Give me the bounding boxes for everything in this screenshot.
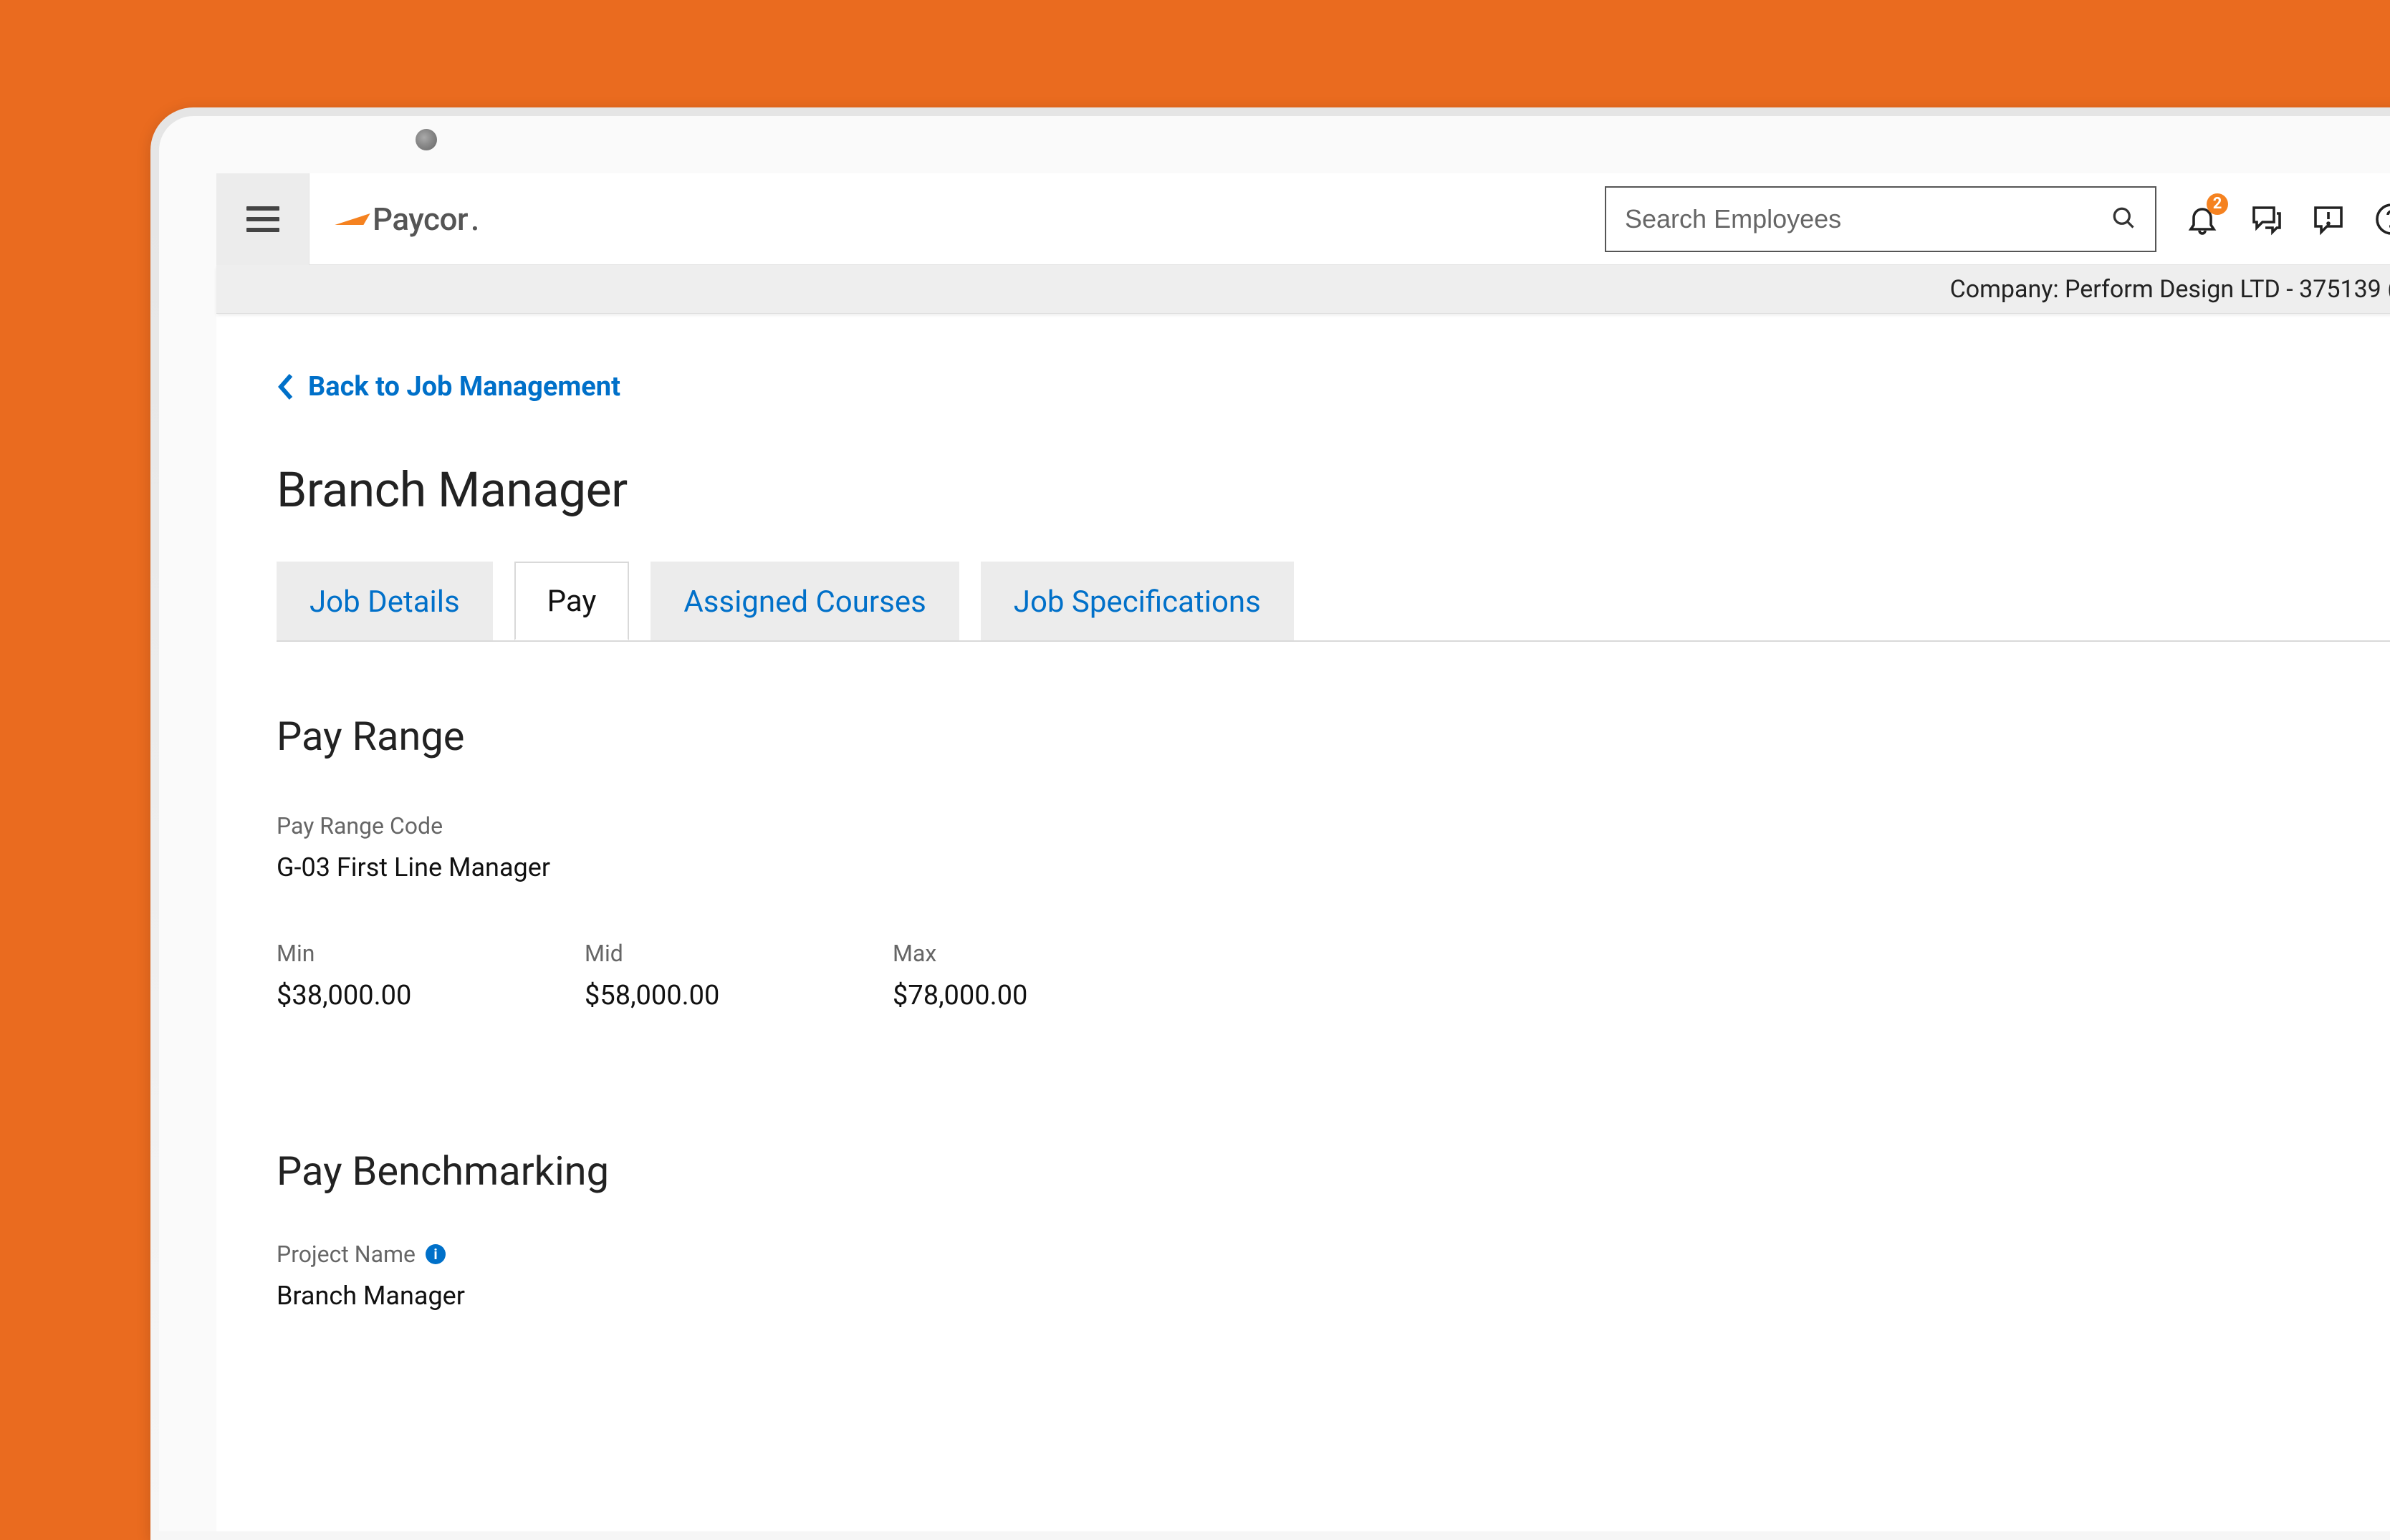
pay-max-label: Max — [893, 940, 1201, 967]
help-icon — [2374, 202, 2390, 236]
chevron-left-icon — [277, 372, 294, 401]
pay-benchmarking-section: Pay Benchmarking Project Name i Branch M… — [277, 1147, 2390, 1311]
pay-min-label: Min — [277, 940, 585, 967]
notifications-button[interactable]: 2 — [2181, 198, 2224, 241]
chat-icon — [2248, 202, 2283, 236]
tab-assigned-courses[interactable]: Assigned Courses — [651, 562, 959, 640]
logo-text: Paycor — [373, 201, 468, 238]
pay-range-code-label: Pay Range Code — [277, 812, 2390, 839]
project-name-value: Branch Manager — [277, 1281, 2390, 1311]
pay-mid-value: $58,000.00 — [585, 980, 893, 1011]
tab-job-specifications[interactable]: Job Specifications — [981, 562, 1294, 640]
back-link-label: Back to Job Management — [308, 371, 620, 403]
pay-mid-label: Mid — [585, 940, 893, 967]
search-box[interactable] — [1605, 186, 2156, 252]
pay-min-value: $38,000.00 — [277, 980, 585, 1011]
hamburger-icon — [246, 206, 279, 232]
top-bar: Paycor. — [216, 173, 2390, 265]
app-window: Paycor. — [216, 173, 2390, 1531]
project-name-label: Project Name i — [277, 1241, 2390, 1268]
help-button[interactable] — [2370, 198, 2390, 241]
alert-bubble-icon — [2311, 202, 2346, 236]
logo-swoosh-icon — [338, 205, 370, 234]
back-to-job-management-link[interactable]: Back to Job Management — [277, 371, 620, 403]
info-icon[interactable]: i — [426, 1244, 446, 1264]
device-frame: Paycor. — [150, 107, 2390, 1540]
pay-max-value: $78,000.00 — [893, 980, 1201, 1011]
pay-range-section: Pay Range Edit Pay Range Code G-03 First… — [277, 706, 2390, 1011]
company-strip: Company: Perform Design LTD - 375139 (2 … — [216, 265, 2390, 314]
pay-benchmarking-title: Pay Benchmarking — [277, 1147, 2390, 1195]
search-input[interactable] — [1625, 204, 2111, 234]
page-title: Branch Manager — [277, 461, 2390, 519]
company-label: Company: Perform Design LTD - 375139 (2 … — [1950, 275, 2390, 304]
notification-badge: 2 — [2207, 193, 2228, 215]
pay-range-title: Pay Range — [277, 713, 465, 760]
brand-logo[interactable]: Paycor. — [338, 201, 479, 238]
page-content: Back to Job Management Branch Manager Jo… — [216, 314, 2390, 1311]
alerts-button[interactable] — [2307, 198, 2350, 241]
pay-range-code-value: G-03 First Line Manager — [277, 852, 2390, 882]
tab-job-details[interactable]: Job Details — [277, 562, 493, 640]
menu-button[interactable] — [216, 173, 309, 265]
tab-pay[interactable]: Pay — [514, 562, 630, 640]
search-icon[interactable] — [2111, 205, 2136, 234]
tabs: Job Details Pay Assigned Courses Job Spe… — [277, 562, 2390, 642]
camera-icon — [416, 129, 437, 150]
chat-button[interactable] — [2244, 198, 2287, 241]
